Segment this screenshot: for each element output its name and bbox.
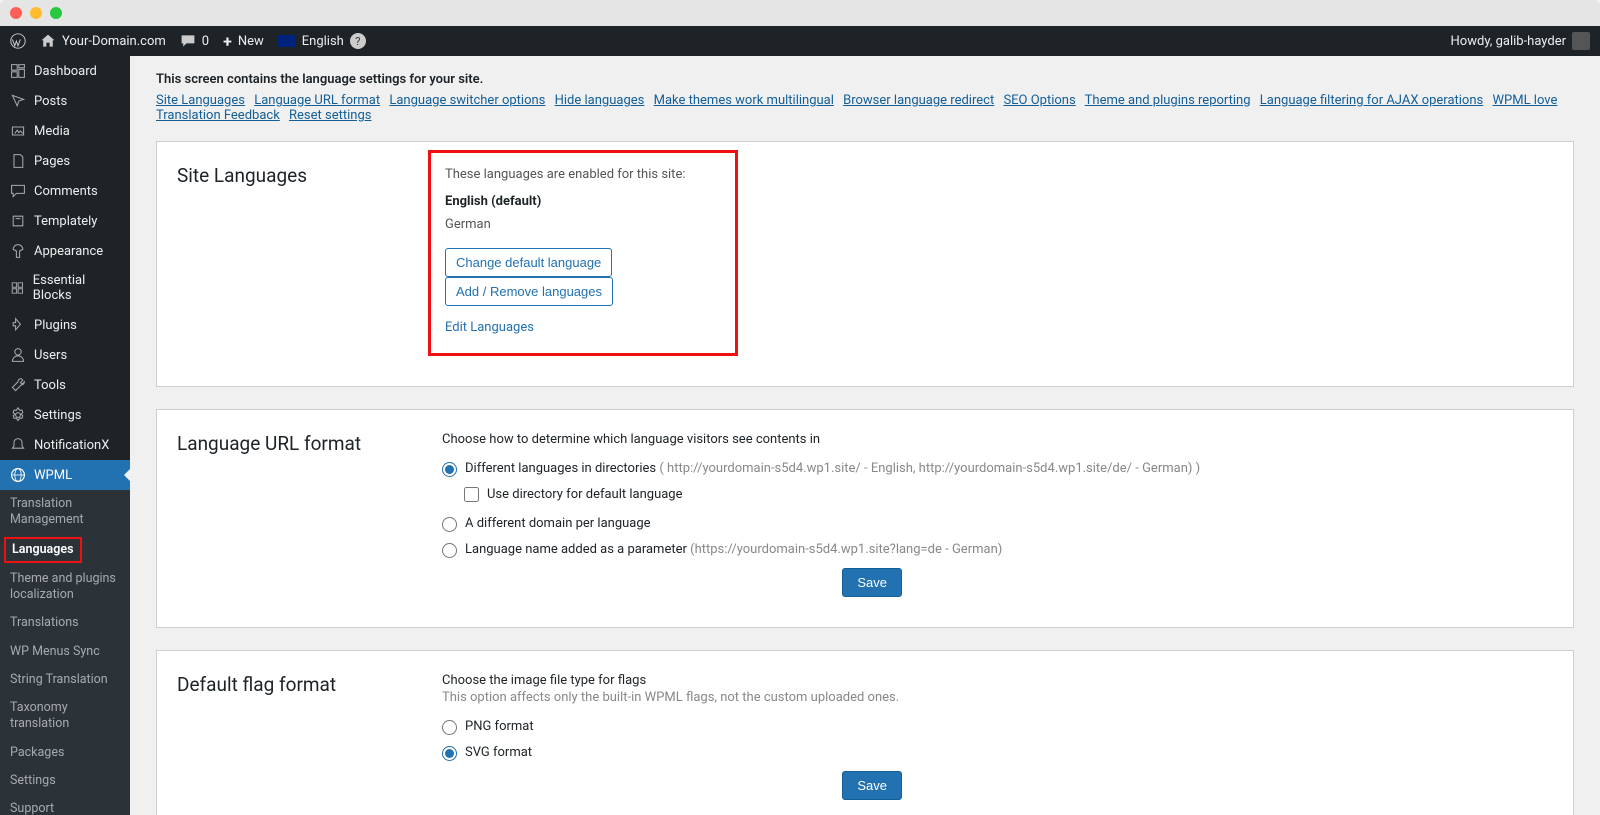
sidebar-item-comments[interactable]: Comments <box>0 176 130 206</box>
wpml-submenu: Translation ManagementLanguagesTheme and… <box>0 490 130 815</box>
admin-bar: Your-Domain.com 0 + New English ? Howdy,… <box>0 26 1600 56</box>
opt3-hint: (https://yourdomain-s5d4.wp1.site?lang=d… <box>687 542 1002 557</box>
admin-sidebar: DashboardPostsMediaPagesCommentsTemplate… <box>0 56 130 815</box>
language-switcher[interactable]: English ? <box>278 33 366 49</box>
submenu-item-wp-menus-sync[interactable]: WP Menus Sync <box>0 638 130 666</box>
flag-png-label: PNG format <box>465 719 534 734</box>
url-format-directories-radio[interactable] <box>442 462 457 477</box>
submenu-item-languages[interactable]: Languages <box>4 537 82 563</box>
card-title: Default flag format <box>177 673 442 800</box>
plus-icon: + <box>223 32 232 51</box>
page-content: This screen contains the language settin… <box>130 56 1600 815</box>
anchor-language-filtering-for-ajax-operations[interactable]: Language filtering for AJAX operations <box>1260 93 1483 108</box>
close-window-icon[interactable] <box>10 7 22 19</box>
greeting-text: Howdy, galib-hayder <box>1451 34 1566 49</box>
new-content-link[interactable]: + New <box>223 32 264 51</box>
url-format-subhead: Choose how to determine which language v… <box>442 432 1553 447</box>
submenu-item-support[interactable]: Support <box>0 795 130 815</box>
card-title: Site Languages <box>177 164 442 356</box>
edit-languages-link[interactable]: Edit Languages <box>445 320 534 335</box>
wpml-label: WPML <box>34 468 72 483</box>
sidebar-item-tools[interactable]: Tools <box>0 370 130 400</box>
anchor-language-switcher-options[interactable]: Language switcher options <box>389 93 545 108</box>
url-format-parameter-label: Language name added as a parameter (http… <box>465 542 1002 557</box>
section-anchors: Site Languages Language URL format Langu… <box>156 93 1574 123</box>
anchor-browser-language-redirect[interactable]: Browser language redirect <box>843 93 994 108</box>
sidebar-item-users[interactable]: Users <box>0 340 130 370</box>
save-flag-format-button[interactable]: Save <box>842 771 902 800</box>
window-chrome <box>0 0 1600 26</box>
current-lang-label: English <box>302 34 344 49</box>
submenu-item-translation-management[interactable]: Translation Management <box>0 490 130 535</box>
anchor-theme-and-plugins-reporting[interactable]: Theme and plugins reporting <box>1085 93 1251 108</box>
sidebar-item-wpml[interactable]: WPML <box>0 460 130 490</box>
card-url-format: Language URL format Choose how to determ… <box>156 409 1574 628</box>
anchor-translation-feedback[interactable]: Translation Feedback <box>156 108 280 123</box>
submenu-item-theme-and-plugins-localization[interactable]: Theme and plugins localization <box>0 565 130 610</box>
sidebar-item-media[interactable]: Media <box>0 116 130 146</box>
default-language: English (default) <box>445 194 721 209</box>
url-format-directories-label: Different languages in directories ( htt… <box>465 461 1200 476</box>
submenu-item-taxonomy-translation[interactable]: Taxonomy translation <box>0 694 130 739</box>
flag-svg-radio[interactable] <box>442 746 457 761</box>
sidebar-item-posts[interactable]: Posts <box>0 86 130 116</box>
opt1-hint: ( http://yourdomain-s5d4.wp1.site/ - Eng… <box>656 461 1200 476</box>
flag-format-hint: This option affects only the built-in WP… <box>442 690 1553 705</box>
avatar-icon <box>1572 32 1590 50</box>
comments-link[interactable]: 0 <box>180 33 209 49</box>
card-flag-format: Default flag format Choose the image fil… <box>156 650 1574 815</box>
sidebar-item-settings[interactable]: Settings <box>0 400 130 430</box>
opt3-text: Language name added as a parameter <box>465 542 687 557</box>
minimize-window-icon[interactable] <box>30 7 42 19</box>
sidebar-item-plugins[interactable]: Plugins <box>0 310 130 340</box>
anchor-reset-settings[interactable]: Reset settings <box>289 108 371 123</box>
save-url-format-button[interactable]: Save <box>842 568 902 597</box>
url-format-domain-radio[interactable] <box>442 517 457 532</box>
submenu-item-settings[interactable]: Settings <box>0 767 130 795</box>
url-format-parameter-radio[interactable] <box>442 543 457 558</box>
other-language: German <box>445 217 721 232</box>
submenu-item-translations[interactable]: Translations <box>0 609 130 637</box>
sidebar-item-appearance[interactable]: Appearance <box>0 236 130 266</box>
enabled-label: These languages are enabled for this sit… <box>445 167 721 182</box>
uk-flag-icon <box>278 35 296 47</box>
submenu-item-packages[interactable]: Packages <box>0 739 130 767</box>
change-default-language-button[interactable]: Change default language <box>445 248 612 277</box>
page-intro: This screen contains the language settin… <box>156 72 1574 87</box>
new-label: New <box>238 34 264 49</box>
card-site-languages: Site Languages These languages are enabl… <box>156 141 1574 387</box>
enabled-languages-box: These languages are enabled for this sit… <box>428 150 738 356</box>
user-greeting[interactable]: Howdy, galib-hayder <box>1451 32 1590 50</box>
use-directory-default-checkbox[interactable] <box>464 487 479 502</box>
maximize-window-icon[interactable] <box>50 7 62 19</box>
anchor-wpml-love[interactable]: WPML love <box>1492 93 1557 108</box>
add-remove-languages-button[interactable]: Add / Remove languages <box>445 277 613 306</box>
sidebar-item-notificationx[interactable]: NotificationX <box>0 430 130 460</box>
opt1-text: Different languages in directories <box>465 461 656 476</box>
sidebar-item-templately[interactable]: Templately <box>0 206 130 236</box>
anchor-site-languages[interactable]: Site Languages <box>156 93 245 108</box>
sidebar-item-pages[interactable]: Pages <box>0 146 130 176</box>
anchor-hide-languages[interactable]: Hide languages <box>555 93 645 108</box>
anchor-language-url-format[interactable]: Language URL format <box>254 93 380 108</box>
flag-svg-label: SVG format <box>465 745 532 760</box>
use-directory-default-label: Use directory for default language <box>487 487 683 502</box>
wp-logo-icon[interactable] <box>10 33 26 49</box>
flag-format-subhead: Choose the image file type for flags <box>442 673 1553 688</box>
help-icon[interactable]: ? <box>350 33 366 49</box>
site-name: Your-Domain.com <box>62 34 166 49</box>
submenu-item-string-translation[interactable]: String Translation <box>0 666 130 694</box>
url-format-domain-label: A different domain per language <box>465 516 651 531</box>
anchor-make-themes-work-multilingual[interactable]: Make themes work multilingual <box>654 93 834 108</box>
flag-png-radio[interactable] <box>442 720 457 735</box>
comment-count: 0 <box>202 34 209 49</box>
sidebar-item-essential-blocks[interactable]: Essential Blocks <box>0 266 130 310</box>
card-title: Language URL format <box>177 432 442 597</box>
site-home-link[interactable]: Your-Domain.com <box>40 33 166 49</box>
sidebar-item-dashboard[interactable]: Dashboard <box>0 56 130 86</box>
anchor-seo-options[interactable]: SEO Options <box>1003 93 1075 108</box>
